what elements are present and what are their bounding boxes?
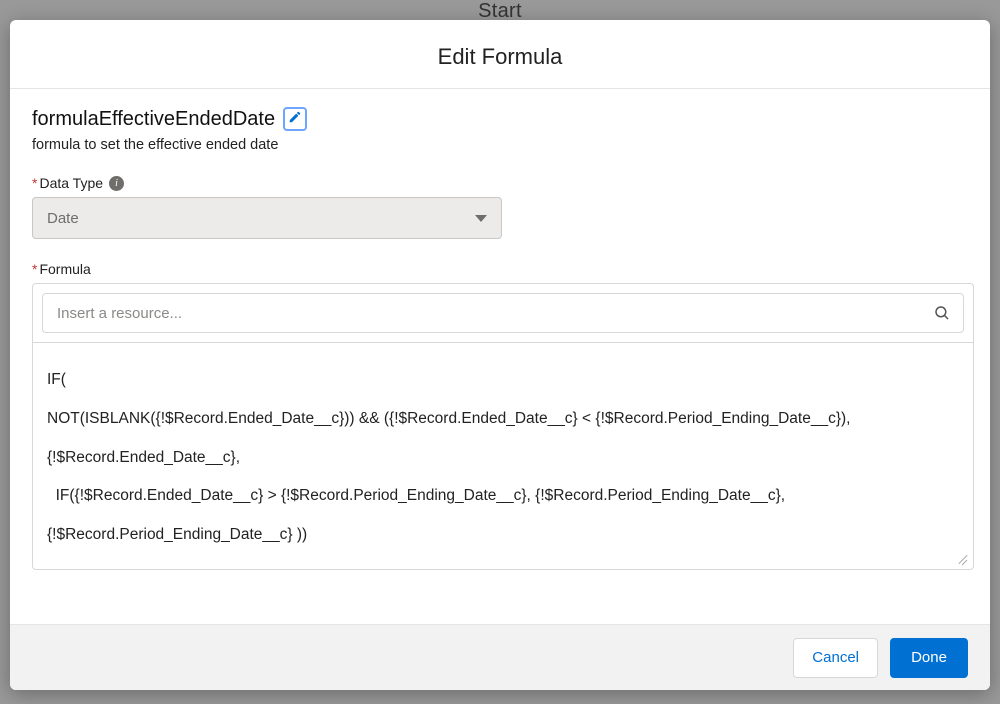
formula-api-name: formulaEffectiveEndedDate [32, 108, 275, 131]
formula-editor [32, 283, 974, 570]
insert-resource-input[interactable] [42, 293, 964, 333]
modal-footer: Cancel Done [10, 624, 990, 690]
resize-handle-icon[interactable] [957, 553, 969, 565]
pencil-icon [288, 110, 302, 129]
data-type-label-text: Data Type [39, 175, 103, 191]
data-type-label: *Data Type i [32, 175, 968, 191]
edit-name-button[interactable] [283, 107, 307, 131]
chevron-down-icon [475, 215, 487, 222]
data-type-select[interactable]: Date [32, 197, 502, 239]
cancel-button[interactable]: Cancel [793, 638, 878, 678]
formula-description: formula to set the effective ended date [32, 137, 968, 153]
modal-backdrop: Start Edit Formula formulaEffectiveEnded… [0, 0, 1000, 704]
edit-formula-modal: Edit Formula formulaEffectiveEndedDate f… [10, 20, 990, 690]
data-type-value: Date [47, 210, 79, 227]
done-button[interactable]: Done [890, 638, 968, 678]
required-marker: * [32, 261, 37, 277]
info-icon[interactable]: i [109, 176, 124, 191]
formula-label-text: Formula [39, 261, 90, 277]
modal-body: formulaEffectiveEndedDate formula to set… [10, 89, 990, 624]
required-marker: * [32, 175, 37, 191]
formula-textarea[interactable] [33, 342, 973, 564]
modal-title: Edit Formula [10, 20, 990, 89]
formula-label: *Formula [32, 261, 968, 277]
